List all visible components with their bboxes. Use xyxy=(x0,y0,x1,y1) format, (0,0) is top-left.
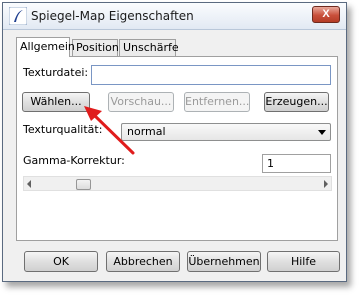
cancel-button[interactable]: Abbrechen xyxy=(106,251,180,272)
texture-file-label: Texturdatei: xyxy=(23,66,89,79)
chevron-right-icon[interactable] xyxy=(324,180,328,188)
gamma-label: Gamma-Korrektur: xyxy=(23,154,125,167)
window-title: Spiegel-Map Eigenschaften xyxy=(31,9,194,23)
help-button[interactable]: Hilfe xyxy=(267,251,340,272)
gamma-input[interactable] xyxy=(262,154,331,173)
properties-dialog: Spiegel-Map Eigenschaften X Allgemein Po… xyxy=(2,2,347,282)
tab-allgemein[interactable]: Allgemein xyxy=(16,37,75,57)
apply-button[interactable]: Übernehmen xyxy=(187,251,261,272)
gamma-slider[interactable] xyxy=(23,176,332,191)
app-logo-icon xyxy=(9,7,27,25)
texture-quality-value: normal xyxy=(127,125,166,138)
tab-panel-allgemein: Texturdatei: Wählen... Vorschau... Entfe… xyxy=(16,56,338,241)
slider-thumb[interactable] xyxy=(76,179,92,190)
texture-quality-select[interactable]: normal xyxy=(121,123,331,141)
preview-button[interactable]: Vorschau... xyxy=(108,92,174,112)
texture-quality-label: Texturqualität: xyxy=(23,123,103,136)
tab-unschaerfe[interactable]: Unschärfe xyxy=(119,39,179,56)
create-button[interactable]: Erzeugen... xyxy=(264,92,329,112)
texture-file-input[interactable] xyxy=(91,65,331,85)
title-bar[interactable]: Spiegel-Map Eigenschaften X xyxy=(3,3,346,30)
choose-button[interactable]: Wählen... xyxy=(22,92,90,112)
ok-button[interactable]: OK xyxy=(24,251,98,272)
tab-position[interactable]: Position xyxy=(72,39,119,56)
close-button[interactable]: X xyxy=(312,6,340,23)
remove-button[interactable]: Entfernen... xyxy=(184,92,250,112)
chevron-down-icon xyxy=(318,130,326,135)
chevron-left-icon[interactable] xyxy=(27,180,31,188)
